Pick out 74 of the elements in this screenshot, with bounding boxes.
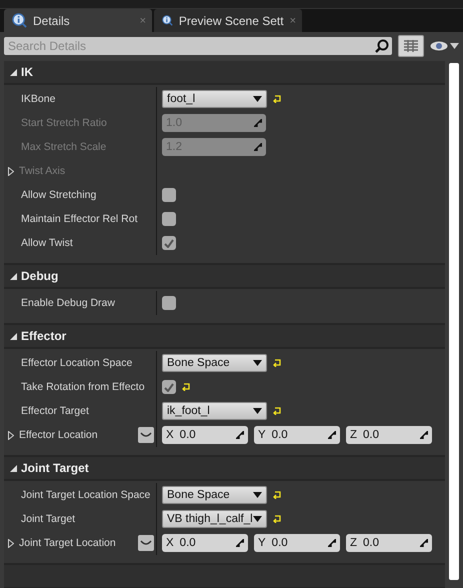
section-header[interactable]: IK — [4, 61, 445, 83]
info-icon — [12, 13, 27, 28]
dropdown[interactable]: Bone Space — [162, 354, 267, 372]
reset-icon[interactable] — [182, 383, 190, 391]
checkbox[interactable] — [162, 236, 176, 250]
dropdown[interactable]: VB thigh_l_calf_l — [162, 510, 267, 528]
drag-handle-icon[interactable] — [236, 431, 244, 439]
reset-icon[interactable] — [273, 359, 281, 367]
panel-tab[interactable]: Preview Scene Sett × — [154, 9, 302, 32]
preset-button[interactable] — [138, 535, 154, 551]
reset-icon[interactable] — [273, 515, 281, 523]
scrollbar[interactable] — [449, 63, 459, 580]
reset-icon[interactable] — [273, 407, 281, 415]
caret-icon — [450, 43, 459, 49]
visibility-button[interactable] — [430, 41, 459, 51]
table-view-button[interactable] — [398, 35, 424, 57]
drag-handle-icon[interactable] — [328, 431, 336, 439]
expand-arrow-icon[interactable] — [8, 538, 14, 548]
section-header[interactable]: Joint Target — [4, 457, 445, 479]
vector-component-field[interactable]: Y 0.0 — [254, 426, 340, 444]
dropdown[interactable]: foot_l — [162, 90, 267, 108]
collapse-arrow-icon[interactable] — [10, 332, 17, 340]
caret-icon — [253, 492, 262, 498]
checkbox[interactable] — [162, 188, 176, 202]
grid-icon — [404, 40, 418, 52]
collapse-arrow-icon[interactable] — [10, 464, 17, 472]
checkbox[interactable] — [162, 296, 176, 310]
vector-component-field[interactable]: Z 0.0 — [346, 534, 432, 552]
property-label: Twist Axis — [19, 165, 66, 177]
property-label: Maintain Effector Rel Rot — [21, 213, 138, 225]
vector-component-field[interactable]: X 0.0 — [162, 534, 248, 552]
curve-icon — [140, 432, 152, 438]
vector-component-field[interactable]: Y 0.0 — [254, 534, 340, 552]
property-label: Effector Location Space — [21, 357, 132, 369]
property-label: Joint Target — [21, 513, 76, 525]
section-header[interactable]: Effector — [4, 325, 445, 347]
search-icon[interactable] — [372, 37, 392, 55]
caret-icon — [253, 516, 262, 522]
property-label: Take Rotation from Effecto — [21, 381, 145, 393]
property-label: Enable Debug Draw — [21, 297, 115, 309]
caret-icon — [253, 360, 262, 366]
panel-tab[interactable]: Details × — [4, 9, 152, 32]
section-header[interactable]: Debug — [4, 265, 445, 287]
drag-handle-icon[interactable] — [236, 539, 244, 547]
property-label: Max Stretch Scale — [21, 141, 106, 153]
property-label: Allow Twist — [21, 237, 73, 249]
dropdown[interactable]: ik_foot_l — [162, 402, 267, 420]
vector-component-field[interactable]: Z 0.0 — [346, 426, 432, 444]
checkbox[interactable] — [162, 212, 176, 226]
collapse-arrow-icon[interactable] — [10, 272, 17, 280]
drag-handle-icon[interactable] — [420, 431, 428, 439]
drag-handle-icon[interactable] — [420, 539, 428, 547]
caret-icon — [253, 408, 262, 414]
drag-handle-icon[interactable] — [328, 539, 336, 547]
preset-button[interactable] — [138, 427, 154, 443]
caret-icon — [253, 96, 262, 102]
checkbox[interactable] — [162, 380, 176, 394]
property-label: Joint Target Location Space — [21, 489, 150, 501]
info-icon — [162, 13, 173, 28]
reset-icon[interactable] — [273, 491, 281, 499]
search-field[interactable]: Search Details — [4, 37, 372, 55]
vector-component-field[interactable]: X 0.0 — [162, 426, 248, 444]
eye-icon — [430, 41, 448, 51]
expand-arrow-icon[interactable] — [8, 430, 14, 440]
property-label: Start Stretch Ratio — [21, 117, 107, 129]
collapse-arrow-icon[interactable] — [10, 68, 17, 76]
property-label: Effector Location — [19, 429, 98, 441]
property-label: Effector Target — [21, 405, 89, 417]
curve-icon — [140, 540, 152, 546]
property-label: Allow Stretching — [21, 189, 96, 201]
reset-icon[interactable] — [273, 95, 281, 103]
property-label: IKBone — [21, 93, 56, 105]
dropdown[interactable]: Bone Space — [162, 486, 267, 504]
property-label: Joint Target Location — [19, 537, 116, 549]
